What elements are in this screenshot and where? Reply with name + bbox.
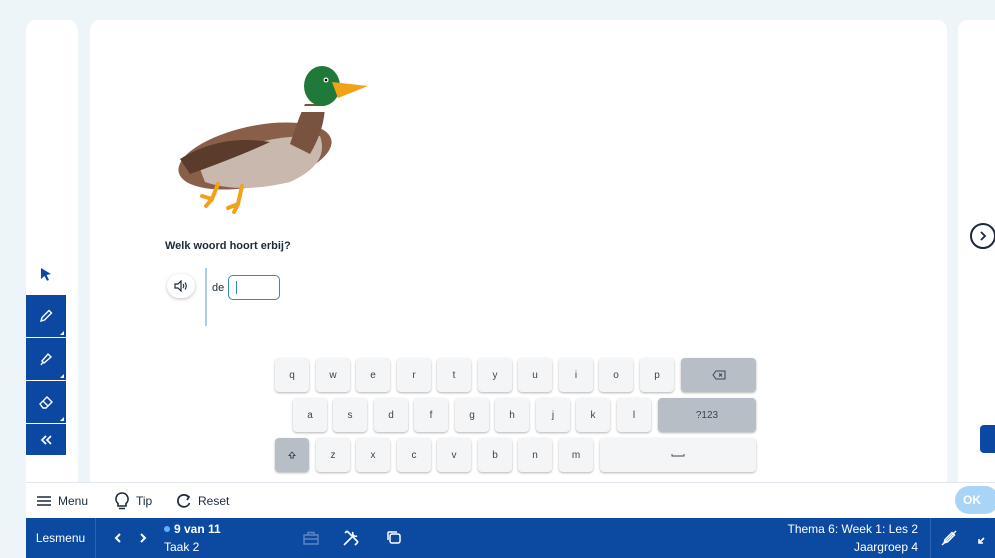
- lesson-theme: Thema 6: Week 1: Les 2: [787, 522, 918, 536]
- tip-label: Tip: [136, 494, 153, 508]
- key-i[interactable]: i: [559, 358, 593, 392]
- annotation-toggle-button[interactable]: [938, 528, 960, 548]
- article-label: de: [212, 282, 225, 294]
- play-audio-button[interactable]: [167, 274, 195, 298]
- briefcase-button[interactable]: [300, 528, 322, 548]
- key-q[interactable]: q: [275, 358, 309, 392]
- numbers-key[interactable]: ?123: [658, 398, 756, 432]
- pen-off-icon: [941, 530, 957, 546]
- space-icon: [671, 454, 685, 457]
- key-f[interactable]: f: [414, 398, 448, 432]
- key-k[interactable]: k: [576, 398, 610, 432]
- key-y[interactable]: y: [478, 358, 512, 392]
- progress-dot: [164, 526, 170, 532]
- copy-button[interactable]: [383, 528, 405, 548]
- answer-divider: [205, 268, 207, 326]
- key-p[interactable]: p: [640, 358, 674, 392]
- tools-icon: [343, 530, 359, 546]
- menu-label: Menu: [58, 494, 89, 508]
- text-caret: [236, 281, 237, 294]
- expand-icon: [978, 537, 985, 544]
- task-progress: 9 van 11: [174, 522, 221, 536]
- key-u[interactable]: u: [518, 358, 552, 392]
- grade-group: Jaargroep 4: [853, 540, 918, 554]
- hamburger-icon: [37, 496, 51, 506]
- menu-button[interactable]: Menu: [36, 483, 88, 519]
- right-panel-button[interactable]: [980, 425, 995, 453]
- lightbulb-icon: [115, 492, 129, 510]
- chevron-right-icon: [980, 231, 987, 241]
- key-j[interactable]: j: [536, 398, 570, 432]
- pencil-tool[interactable]: [26, 295, 66, 337]
- eraser-tool[interactable]: [26, 381, 66, 423]
- key-l[interactable]: l: [617, 398, 651, 432]
- tools-button[interactable]: [340, 528, 362, 548]
- nav-separator: [930, 518, 931, 558]
- chevron-left-icon: [114, 533, 121, 543]
- key-b[interactable]: b: [478, 438, 512, 472]
- next-task-button[interactable]: [139, 531, 147, 547]
- cursor-arrow-icon: [41, 268, 51, 281]
- lesson-nav-bar: Lesmenu 9 van 11 Taak 2 Thema 6: Week 1:…: [26, 518, 995, 558]
- question-text: Welk woord hoort erbij?: [165, 240, 291, 252]
- right-panel: [958, 20, 995, 482]
- fullscreen-button[interactable]: [973, 528, 995, 548]
- lesmenu-button[interactable]: Lesmenu: [26, 518, 96, 558]
- briefcase-icon: [303, 531, 319, 545]
- task-label: Taak 2: [164, 540, 200, 554]
- reset-label: Reset: [198, 494, 230, 508]
- key-g[interactable]: g: [455, 398, 489, 432]
- key-e[interactable]: e: [356, 358, 390, 392]
- double-chevron-left-icon: [40, 434, 52, 445]
- key-d[interactable]: d: [374, 398, 408, 432]
- backspace-key[interactable]: [681, 358, 756, 392]
- tool-palette: [26, 253, 66, 455]
- backspace-icon: [711, 370, 725, 380]
- pencil-icon: [39, 309, 53, 323]
- collapse-tools-button[interactable]: [26, 424, 66, 455]
- copy-icon: [387, 531, 401, 544]
- key-r[interactable]: r: [397, 358, 431, 392]
- speaker-icon: [174, 280, 187, 292]
- pointer-tool[interactable]: [26, 253, 66, 295]
- key-m[interactable]: m: [559, 438, 593, 472]
- tip-button[interactable]: Tip: [114, 483, 152, 519]
- key-o[interactable]: o: [599, 358, 633, 392]
- key-c[interactable]: c: [397, 438, 431, 472]
- chevron-right-icon: [140, 533, 147, 543]
- key-n[interactable]: n: [518, 438, 552, 472]
- key-v[interactable]: v: [437, 438, 471, 472]
- key-h[interactable]: h: [495, 398, 529, 432]
- shift-key[interactable]: [275, 438, 309, 472]
- key-z[interactable]: z: [316, 438, 350, 472]
- bottom-toolbar: Menu Tip Reset: [26, 482, 995, 518]
- key-a[interactable]: a: [293, 398, 327, 432]
- highlighter-icon: [40, 352, 53, 366]
- prev-task-button[interactable]: [114, 531, 122, 547]
- ok-button[interactable]: OK: [955, 486, 995, 514]
- key-s[interactable]: s: [333, 398, 367, 432]
- space-key[interactable]: [600, 438, 756, 472]
- key-x[interactable]: x: [356, 438, 390, 472]
- reset-button[interactable]: Reset: [176, 483, 229, 519]
- next-page-button[interactable]: [970, 223, 995, 249]
- duck-illustration: [178, 66, 368, 214]
- key-w[interactable]: w: [316, 358, 350, 392]
- key-t[interactable]: t: [437, 358, 471, 392]
- shift-icon: [288, 451, 296, 459]
- reset-arrow-icon: [177, 494, 191, 508]
- eraser-icon: [39, 396, 53, 409]
- marker-tool[interactable]: [26, 338, 66, 380]
